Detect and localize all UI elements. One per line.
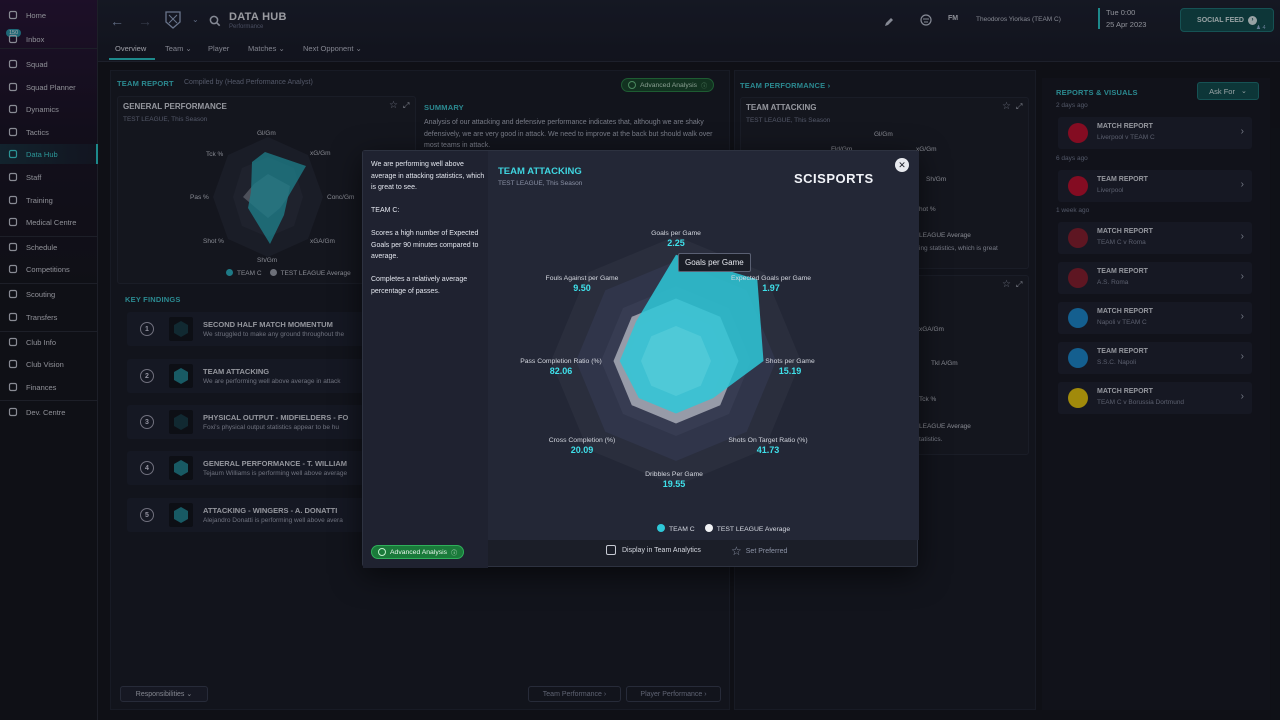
chart-legend: TEAM C TEST LEAGUE Average [657, 524, 790, 533]
axis-value: 19.55 [662, 479, 686, 489]
chart-panel: TEAM ATTACKING TEST LEAGUE, This Season … [488, 151, 919, 540]
axis-name: Dribbles Per Game [645, 471, 703, 478]
axis-name: Shots On Target Ratio (%) [728, 437, 808, 444]
radar-axis-label: Fouls Against per Game 9.50 [546, 275, 619, 293]
axis-name: Shots per Game [765, 358, 815, 365]
radar-axis-label: Pass Completion Ratio (%) 82.06 [520, 358, 602, 376]
team-attacking-modal: We are performing well above average in … [362, 150, 919, 568]
radar-axis-label: Expected Goals per Game 1.97 [731, 275, 811, 293]
set-preferred-label: Set Preferred [745, 547, 788, 555]
set-preferred-button[interactable]: ☆ Set Preferred [731, 544, 787, 558]
axis-name: Pass Completion Ratio (%) [520, 358, 602, 365]
radar-axis-label: Shots per Game 15.19 [765, 358, 815, 376]
info-icon: ⓘ [451, 550, 458, 557]
legend-league[interactable]: TEST LEAGUE Average [704, 524, 791, 533]
modal-description: We are performing well above average in … [371, 161, 485, 295]
modal-description-panel: We are performing well above average in … [363, 151, 488, 568]
legend-team-label: TEAM C [669, 526, 695, 533]
checkbox-box[interactable] [606, 545, 616, 555]
radar-axis-label: Dribbles Per Game 19.55 [645, 471, 703, 489]
radar-axis-label: Cross Completion (%) 20.09 [549, 437, 615, 455]
axis-value: 9.50 [573, 283, 591, 293]
advanced-analysis-toggle[interactable]: Advanced Analysis ⓘ [371, 545, 465, 559]
display-in-team-analytics-label: Display in Team Analytics [622, 546, 701, 554]
axis-value: 2.25 [667, 238, 685, 248]
axis-value: 82.06 [549, 366, 573, 376]
axis-name: Cross Completion (%) [548, 437, 616, 444]
axis-name: Expected Goals per Game [730, 275, 812, 282]
close-icon[interactable]: ✕ [895, 158, 909, 172]
check-circle-icon [378, 548, 386, 556]
radar-axis-label: Shots On Target Ratio (%) 41.73 [728, 437, 807, 455]
axis-value: 1.97 [762, 283, 780, 293]
app-window: 150 Home Inbox Squad Squad Planner Dynamics T… [0, 0, 1280, 720]
chart-tooltip: Goals per Game [678, 253, 751, 272]
display-in-team-analytics-checkbox[interactable]: Display in Team Analytics [606, 545, 701, 555]
legend-team[interactable]: TEAM C [657, 524, 695, 533]
legend-league-label: TEST LEAGUE Average [716, 526, 791, 533]
radar-axis-label: Goals per Game 2.25 [651, 230, 701, 248]
axis-name: Goals per Game [651, 230, 701, 237]
star-icon: ☆ [731, 544, 742, 558]
axis-name: Fouls Against per Game [545, 275, 619, 282]
radar-inner-highlight [641, 326, 711, 396]
advanced-analysis-label: Advanced Analysis [390, 548, 448, 556]
axis-value: 20.09 [570, 445, 594, 455]
axis-value: 41.73 [756, 445, 780, 455]
axis-value: 15.19 [778, 366, 802, 376]
